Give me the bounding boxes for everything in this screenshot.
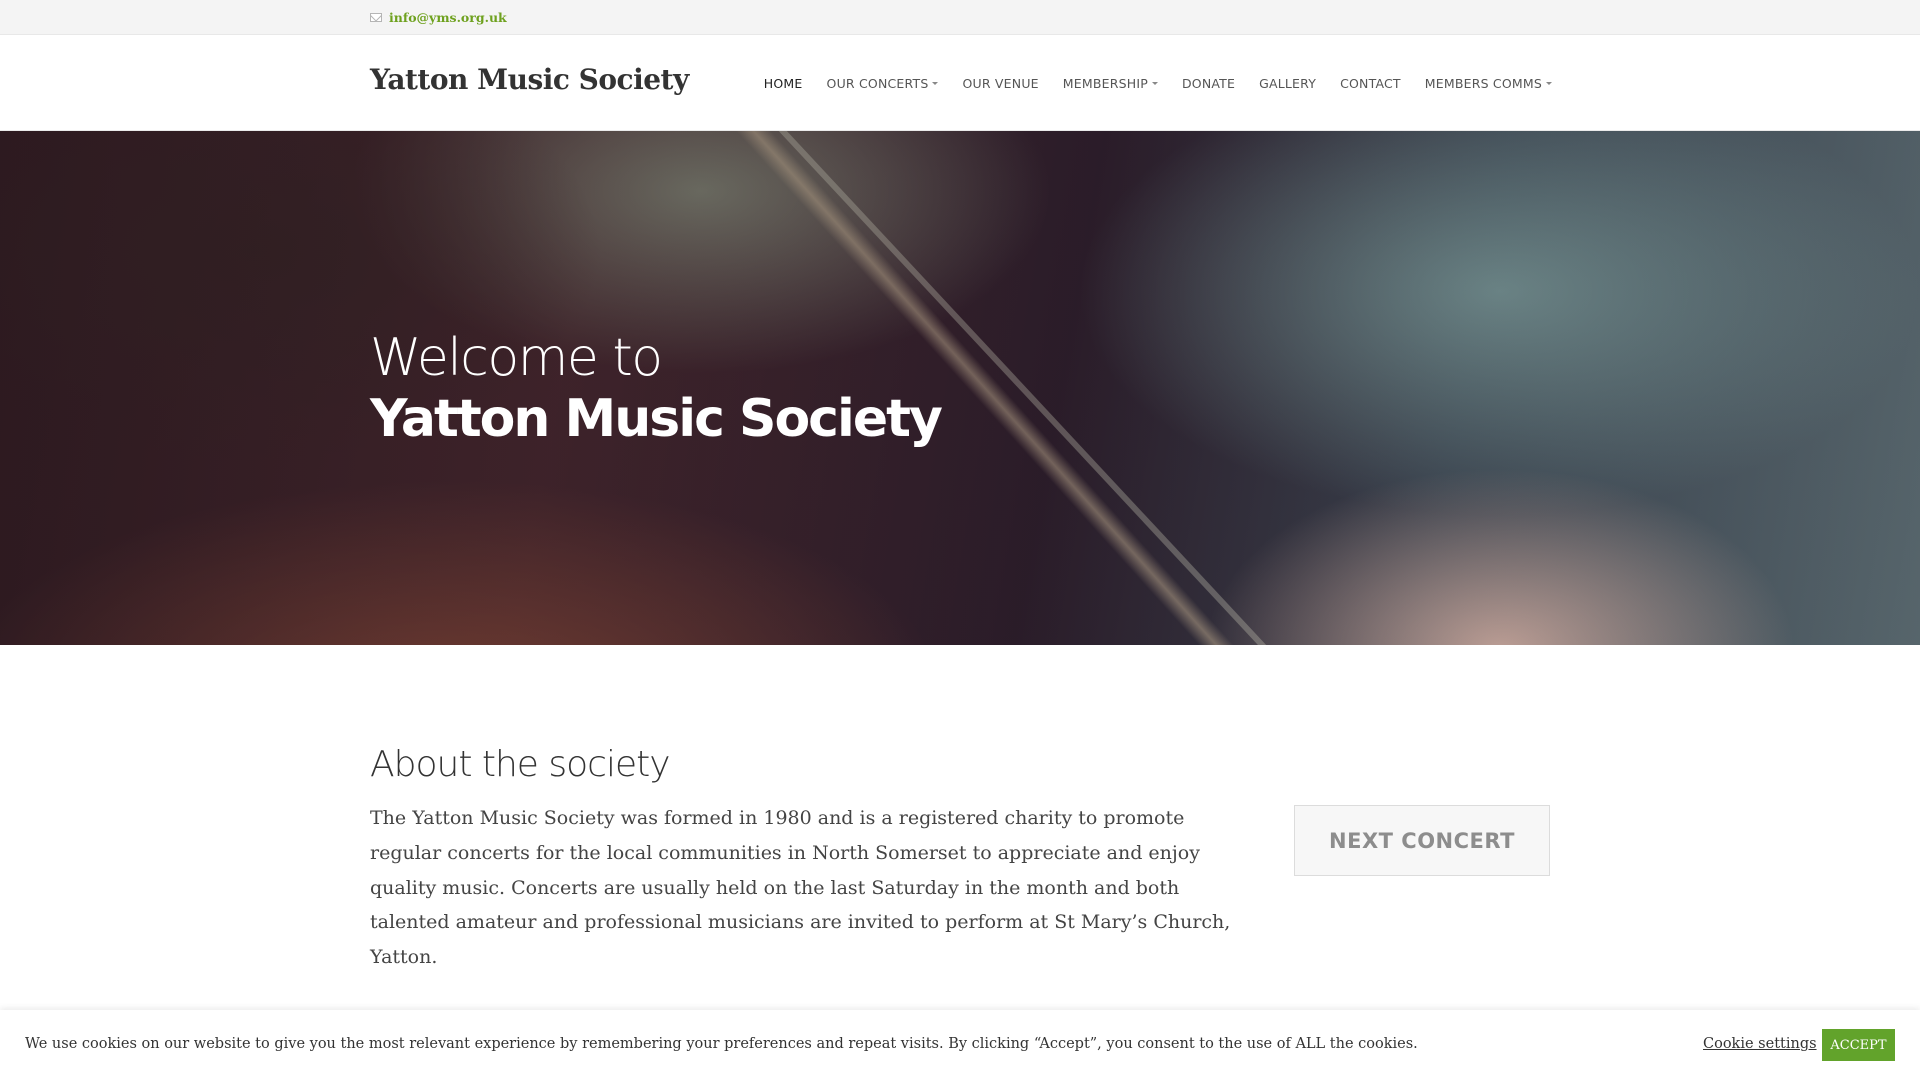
nav-item-members-comms[interactable]: MEMBERS COMMS [1425, 76, 1552, 91]
chevron-down-icon [1546, 82, 1552, 85]
mail-icon [370, 13, 382, 22]
nav-item-label: CONTACT [1340, 75, 1401, 91]
email-link[interactable]: info@yms.org.uk [389, 10, 507, 25]
chevron-down-icon [932, 82, 939, 85]
site-header: Yatton Music Society HOME OUR CONCERTS O… [0, 35, 1920, 131]
chevron-down-icon [1151, 82, 1158, 85]
about-text: The Yatton Music Society was formed in 1… [370, 807, 1231, 969]
nav-item-label: MEMBERSHIP [1062, 75, 1148, 91]
hero-society-line: Yatton Music Society [370, 389, 943, 449]
nav-item-label: GALLERY [1259, 75, 1317, 91]
nav-item-label: OUR CONCERTS [826, 75, 929, 91]
cookie-message: We use cookies on our website to give yo… [25, 1036, 1418, 1052]
main-nav: HOME OUR CONCERTS OUR VENUE MEMBERSHIP D… [764, 35, 1552, 131]
contact-info: info@yms.org.uk [370, 0, 507, 35]
hero-banner: Welcome to Yatton Music Society [0, 131, 1920, 645]
nav-item-label: HOME [763, 75, 803, 91]
next-concert-button[interactable]: NEXT CONCERT [1294, 805, 1550, 876]
hero-heading: Welcome to Yatton Music Society [370, 327, 943, 449]
nav-item-our-venue[interactable]: OUR VENUE [962, 76, 1038, 91]
cookie-accept-button[interactable]: ACCEPT [1822, 1029, 1895, 1061]
nav-item-donate[interactable]: DONATE [1182, 76, 1235, 91]
nav-item-label: DONATE [1181, 75, 1236, 91]
hero-welcome-line: Welcome to [370, 328, 663, 388]
nav-item-home[interactable]: HOME [764, 76, 803, 91]
nav-item-membership[interactable]: MEMBERSHIP [1063, 76, 1158, 91]
cookie-banner: We use cookies on our website to give yo… [0, 1010, 1920, 1080]
top-bar: info@yms.org.uk [0, 0, 1920, 35]
nav-item-label: MEMBERS COMMS [1424, 75, 1542, 91]
nav-item-gallery[interactable]: GALLERY [1259, 76, 1316, 91]
about-heading: About the society [370, 744, 671, 785]
site-logo[interactable]: Yatton Music Society [370, 63, 689, 96]
nav-item-label: OUR VENUE [962, 75, 1039, 91]
hero-overlay [0, 131, 1920, 645]
cookie-settings-link[interactable]: Cookie settings [1703, 1036, 1817, 1052]
nav-item-our-concerts[interactable]: OUR CONCERTS [827, 76, 939, 91]
nav-item-contact[interactable]: CONTACT [1340, 76, 1401, 91]
